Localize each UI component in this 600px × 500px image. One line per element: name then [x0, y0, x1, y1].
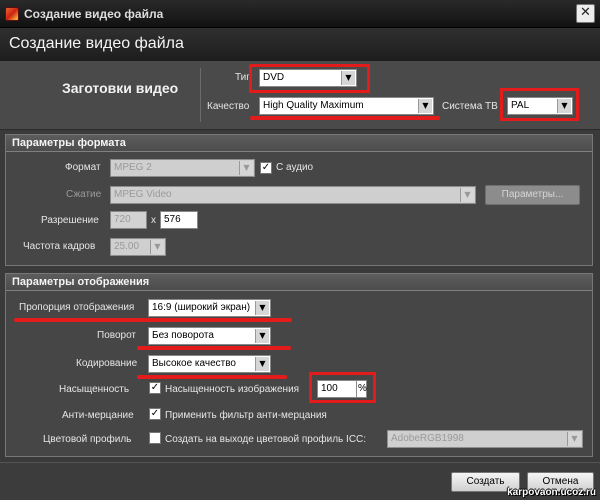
tv-system-select-value: PAL	[511, 100, 530, 111]
params-button[interactable]: Параметры...	[485, 185, 580, 205]
presets-divider	[200, 68, 201, 122]
with-audio-checkbox[interactable]: ✓	[260, 162, 272, 174]
aspect-select[interactable]: 16:9 (широкий экран) ▼	[148, 299, 271, 317]
quality-select-value: High Quality Maximum	[263, 100, 364, 111]
quality-label: Качество	[207, 101, 250, 112]
highlight-encoding-underline	[137, 375, 287, 379]
format-label: Формат	[65, 162, 101, 173]
chevron-down-icon[interactable]: ▼	[239, 161, 253, 175]
encoding-select[interactable]: Высокое качество ▼	[148, 355, 271, 373]
color-profile-select-value: AdobeRGB1998	[391, 433, 464, 444]
saturation-label: Насыщенность	[59, 384, 130, 395]
aspect-select-value: 16:9 (широкий экран)	[152, 302, 251, 313]
color-profile-label: Цветовой профиль	[43, 434, 132, 445]
antiflicker-check-label: Применить фильтр анти-мерцания	[165, 410, 327, 421]
framerate-label: Частота кадров	[23, 241, 96, 252]
chevron-down-icon[interactable]: ▼	[418, 99, 432, 113]
color-profile-checkbox[interactable]	[149, 432, 161, 444]
chevron-down-icon[interactable]: ▼	[557, 99, 571, 113]
chevron-down-icon[interactable]: ▼	[255, 357, 269, 371]
chevron-down-icon[interactable]: ▼	[460, 188, 474, 202]
close-button[interactable]: ✕	[576, 4, 595, 23]
tv-system-label: Система ТВ	[442, 101, 498, 112]
compression-label: Сжатие	[66, 189, 102, 200]
framerate-select-value: 25.00	[114, 241, 140, 252]
tv-system-select[interactable]: PAL ▼	[507, 97, 573, 115]
encoding-select-value: Высокое качество	[152, 358, 236, 369]
app-icon	[5, 7, 19, 21]
saturation-check-label: Насыщенность изображения	[165, 384, 300, 395]
framerate-select[interactable]: 25.00 ▼	[110, 238, 166, 256]
rotation-label: Поворот	[97, 330, 136, 341]
type-select[interactable]: DVD ▼	[259, 69, 357, 87]
height-field[interactable]: 576	[160, 211, 198, 229]
rotation-select[interactable]: Без поворота ▼	[148, 327, 271, 345]
with-audio-label: С аудио	[276, 162, 314, 173]
resolution-label: Разрешение	[41, 215, 99, 226]
saturation-value-field[interactable]: 100	[317, 380, 357, 398]
chevron-down-icon[interactable]: ▼	[341, 71, 355, 85]
format-params-title: Параметры формата	[6, 135, 592, 152]
chevron-down-icon[interactable]: ▼	[255, 329, 269, 343]
window-titlebar: Создание видео файла ✕	[0, 0, 600, 28]
color-profile-check-label: Создать на выходе цветовой профиль ICC:	[165, 434, 367, 445]
display-params-title: Параметры отображения	[6, 274, 592, 291]
highlight-aspect-underline	[14, 318, 292, 322]
antiflicker-label: Анти-мерцание	[62, 410, 134, 421]
compression-select[interactable]: MPEG Video ▼	[110, 186, 476, 204]
compression-select-value: MPEG Video	[114, 189, 172, 200]
saturation-unit: %	[356, 380, 367, 398]
highlight-rotation-underline	[137, 346, 291, 350]
quality-select[interactable]: High Quality Maximum ▼	[259, 97, 434, 115]
page-title: Создание видео файла	[9, 35, 184, 52]
resolution-x: x	[151, 215, 156, 226]
format-select[interactable]: MPEG 2 ▼	[110, 159, 255, 177]
antiflicker-checkbox[interactable]: ✓	[149, 408, 161, 420]
watermark: karpovaon.ucoz.ru	[507, 487, 596, 498]
highlight-quality-underline	[250, 116, 440, 120]
rotation-select-value: Без поворота	[152, 330, 214, 341]
format-select-value: MPEG 2	[114, 162, 152, 173]
dialog-header: Создание видео файла	[0, 28, 600, 62]
encoding-label: Кодирование	[76, 358, 138, 369]
type-select-value: DVD	[263, 72, 285, 83]
chevron-down-icon[interactable]: ▼	[150, 240, 164, 254]
aspect-label: Пропорция отображения	[19, 302, 135, 313]
window-title: Создание видео файла	[24, 7, 164, 21]
width-field[interactable]: 720	[110, 211, 147, 229]
color-profile-select[interactable]: AdobeRGB1998 ▼	[387, 430, 583, 448]
type-label: Тип	[235, 72, 252, 83]
chevron-down-icon[interactable]: ▼	[567, 432, 581, 446]
saturation-checkbox[interactable]: ✓	[149, 382, 161, 394]
presets-title: Заготовки видео	[62, 80, 179, 96]
chevron-down-icon[interactable]: ▼	[255, 301, 269, 315]
